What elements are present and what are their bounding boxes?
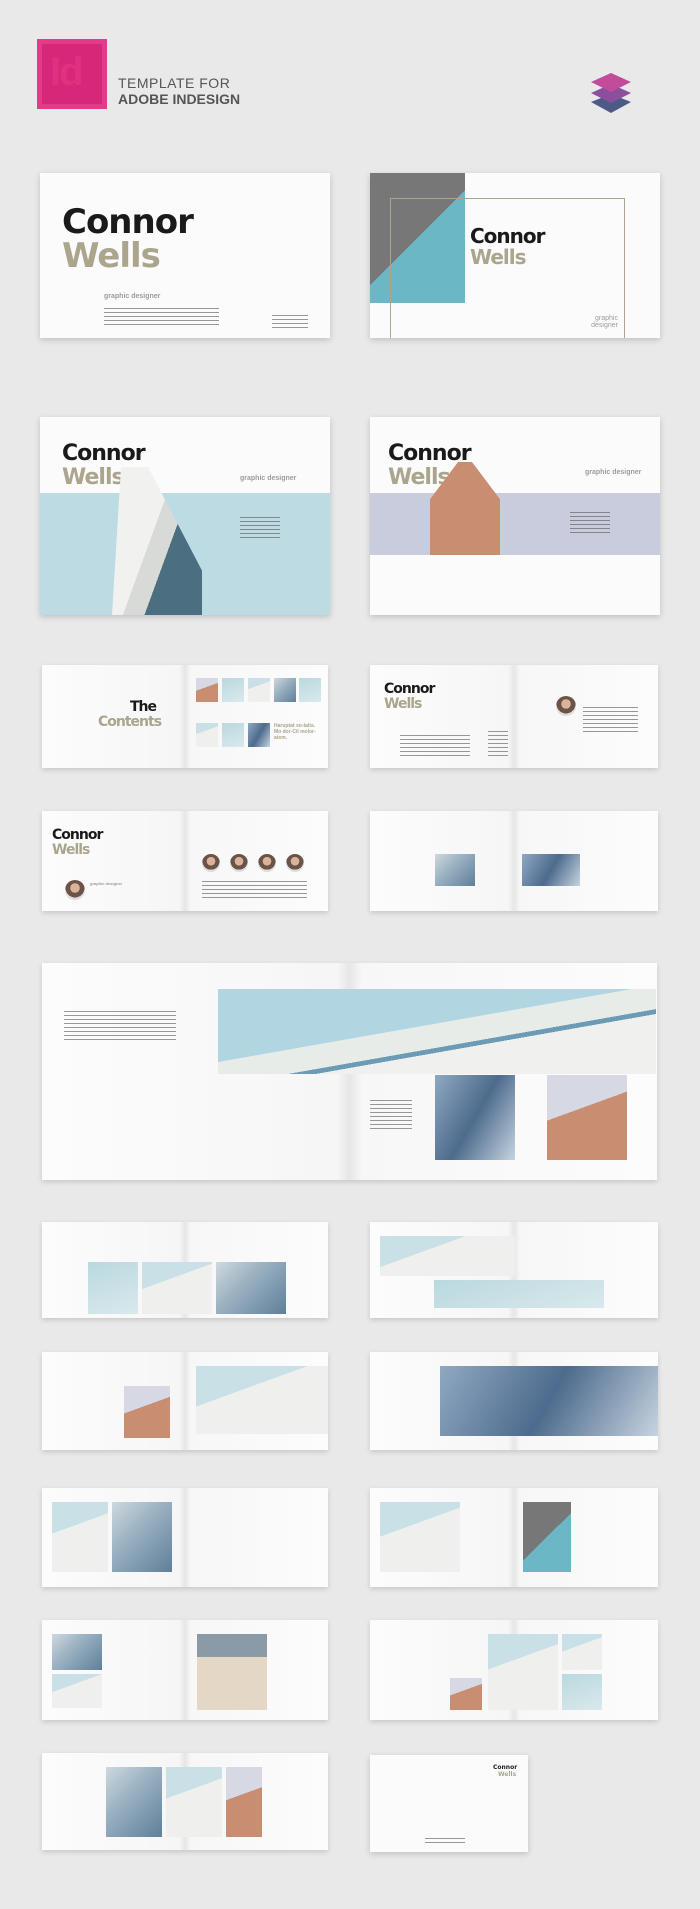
avatar (230, 854, 248, 872)
photo-spread (370, 811, 658, 911)
body-text (104, 308, 219, 328)
avatar (65, 880, 85, 900)
avatar (556, 696, 576, 716)
spread (42, 1488, 328, 1587)
spread (370, 1222, 658, 1318)
cover-page-3: Connor Wells graphic designer (40, 417, 330, 615)
cover-page-1: Connor Wells graphic designer (40, 173, 330, 338)
color-band (370, 493, 660, 555)
about-spread: Connor Wells (370, 665, 658, 768)
back-cover: Connor Wells (370, 1755, 528, 1852)
spread (42, 1352, 328, 1450)
feature-spread (42, 963, 657, 1180)
cover-page-4: Connor Wells graphic designer (370, 417, 660, 615)
team-spread: Connor Wells graphic designer (42, 811, 328, 911)
avatar (202, 854, 220, 872)
contact-text (272, 315, 308, 331)
cover-page-2: Connor Wells graphic designer (370, 173, 660, 338)
avatar (286, 854, 304, 872)
contents-spread: The Contents Haruptat so-tatis. Mo dor-C… (42, 665, 328, 768)
indesign-logo: Id (37, 39, 107, 109)
app-label: ADOBE INDESIGN (118, 91, 241, 107)
spread (370, 1352, 658, 1450)
spread (42, 1753, 328, 1850)
avatar (258, 854, 276, 872)
balcony-photo (218, 989, 656, 1074)
spread (42, 1620, 328, 1720)
layers-icon (591, 73, 631, 113)
spread (42, 1222, 328, 1318)
spread (370, 1620, 658, 1720)
spread (370, 1488, 658, 1587)
template-label: TEMPLATE FOR (118, 75, 231, 91)
